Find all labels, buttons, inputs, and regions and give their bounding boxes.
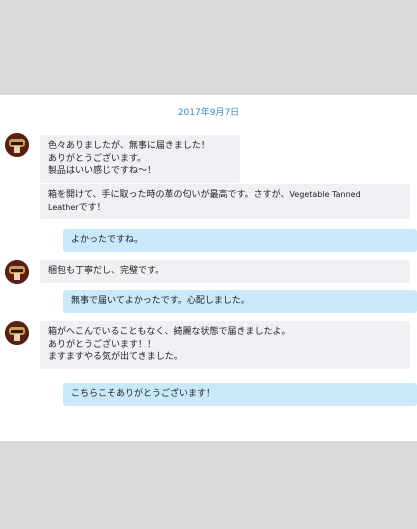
user-avatar-icon [5,260,29,284]
message-outgoing: 無事で届いてよかったです。心配しました。 [63,290,417,313]
avatar[interactable] [5,133,29,157]
message-incoming: 色々ありましたが、無事に届きました！ ありがとうございます。 製品はいい感じです… [40,135,240,183]
message-outgoing: よかったですね。 [63,229,417,252]
chat-panel: 2017年9月7日 色々ありましたが、無事に届きました！ ありがとうございます。… [0,95,417,441]
message-text-latin: Leather [48,202,79,212]
message-incoming: 箱を開けて、手に取った時の革の匂いが最高です。さすが、Vegetable Tan… [40,184,410,219]
message-text: です！ [78,202,106,213]
message-incoming: 梱包も丁寧だし、完璧です。 [40,260,410,283]
avatar[interactable] [5,260,29,284]
message-incoming: 箱がへこんでいることもなく、綺麗な状態で届きましたよ。 ありがとうございます！！… [40,321,410,369]
message-text-latin: Vegetable Tanned [289,190,361,199]
message-outgoing: こちらこそありがとうございます！ [63,383,417,406]
date-separator: 2017年9月7日 [177,108,240,118]
avatar[interactable] [5,321,29,345]
user-avatar-icon [5,133,29,157]
message-text: 箱を開けて、手に取った時の革の匂いが最高です。さすが、 [48,190,290,200]
user-avatar-icon [5,321,29,345]
